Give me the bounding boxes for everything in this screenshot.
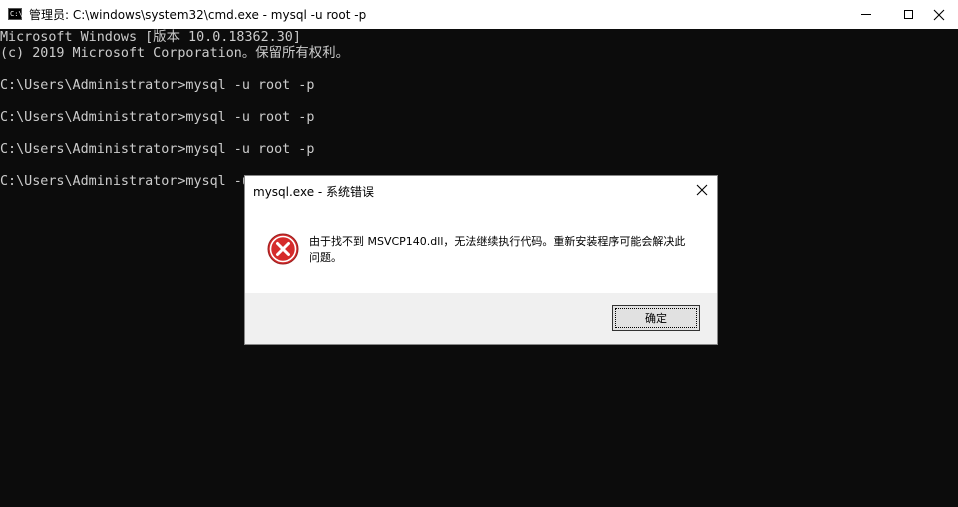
ok-button-label: 确定 bbox=[645, 312, 667, 325]
minimize-icon bbox=[861, 14, 871, 15]
window-title: 管理员: C:\windows\system32\cmd.exe - mysql… bbox=[29, 8, 367, 22]
console-line: Microsoft Windows [版本 10.0.18362.30] bbox=[0, 30, 301, 45]
error-dialog: mysql.exe - 系统错误 由于找不到 MSVCP140.dll，无法继续… bbox=[244, 175, 718, 345]
close-icon bbox=[933, 9, 945, 20]
maximize-icon bbox=[903, 10, 913, 19]
minimize-button[interactable] bbox=[843, 0, 889, 29]
console-line: (c) 2019 Microsoft Corporation。保留所有权利。 bbox=[0, 46, 349, 61]
console-line: C:\Users\Administrator>mysql -u root -p bbox=[0, 110, 315, 125]
ok-button[interactable]: 确定 bbox=[612, 305, 700, 331]
dialog-footer: 确定 bbox=[245, 293, 717, 344]
dialog-message: 由于找不到 MSVCP140.dll，无法继续执行代码。重新安装程序可能会解决此… bbox=[309, 235, 686, 264]
dialog-title: mysql.exe - 系统错误 bbox=[253, 185, 375, 199]
console-line: C:\Users\Administrator>mysql -u root -p bbox=[0, 142, 315, 157]
console-line: C:\Users\Administrator>mysql -u root -p bbox=[0, 78, 315, 93]
dialog-close-button[interactable] bbox=[693, 181, 711, 199]
error-icon bbox=[267, 233, 299, 265]
window-titlebar: C:\ 管理员: C:\windows\system32\cmd.exe - m… bbox=[0, 0, 958, 29]
close-window-button[interactable] bbox=[920, 0, 958, 29]
close-icon bbox=[696, 184, 708, 196]
console-app-icon: C:\ bbox=[8, 8, 23, 20]
dialog-body: 由于找不到 MSVCP140.dll，无法继续执行代码。重新安装程序可能会解决此… bbox=[245, 207, 717, 293]
